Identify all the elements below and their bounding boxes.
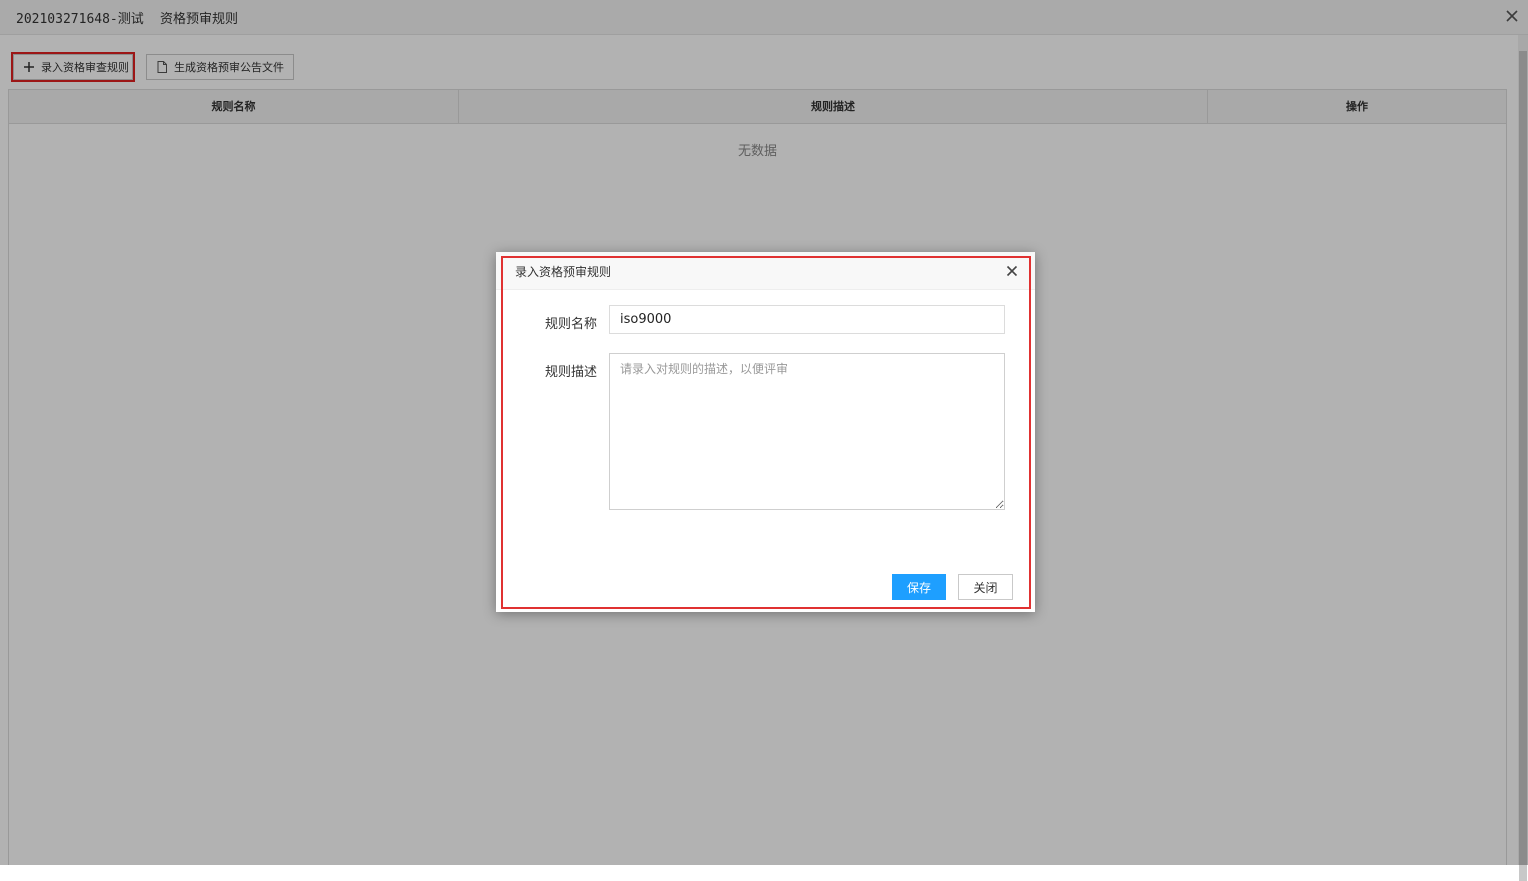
close-icon[interactable]	[1004, 263, 1020, 279]
rule-desc-textarea[interactable]	[609, 353, 1005, 510]
cancel-button[interactable]: 关闭	[958, 574, 1013, 600]
dialog-title: 录入资格预审规则	[515, 265, 612, 279]
save-button[interactable]: 保存	[892, 574, 946, 600]
add-rule-dialog: 录入资格预审规则 规则名称 规则描述 保存 关闭	[496, 252, 1035, 612]
rule-name-label: 规则名称	[545, 317, 598, 332]
rule-desc-label: 规则描述	[545, 365, 598, 380]
rule-name-input[interactable]	[609, 305, 1005, 334]
page: 202103271648-测试 资格预审规则 录入资格审查规则 生成资格预审公告…	[0, 0, 1528, 881]
dialog-header: 录入资格预审规则	[496, 252, 1035, 290]
